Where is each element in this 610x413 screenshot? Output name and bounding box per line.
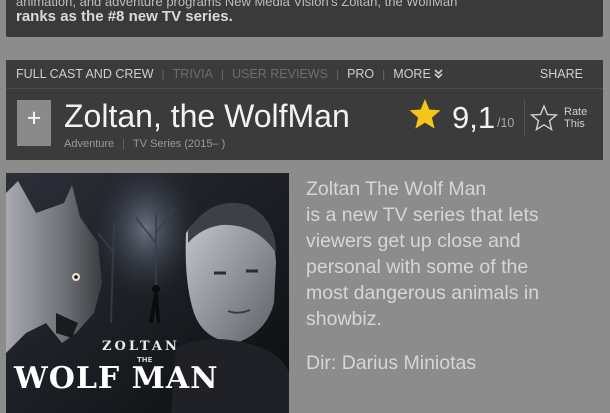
description-line: Zoltan The Wolf Man — [306, 178, 487, 200]
description-line: showbiz. — [306, 308, 382, 330]
plus-icon: + — [26, 104, 42, 132]
title-meta: Adventure | TV Series (2015– ) — [64, 138, 225, 150]
poster-title: WOLF MAN — [14, 361, 219, 396]
director-credit: Dir: Darius Miniotas — [306, 352, 477, 374]
star-icon — [409, 99, 441, 129]
nav-full-cast[interactable]: FULL CAST AND CREW — [6, 67, 162, 81]
genre-link[interactable]: Adventure — [64, 138, 114, 150]
star-outline-icon — [530, 104, 558, 131]
description-line: most dangerous animals in — [306, 282, 540, 304]
title-nav-bar: FULL CAST AND CREW | TRIVIA | USER REVIE… — [6, 60, 603, 89]
description: Zoltan The Wolf Man is a new TV series t… — [306, 176, 601, 376]
rating-divider — [524, 100, 525, 136]
rating-score: 9,1 — [452, 100, 496, 135]
nav-more[interactable]: MORE — [385, 67, 451, 81]
rate-label-1: Rate — [564, 106, 588, 118]
rate-label-2: This — [564, 118, 585, 130]
nav-more-label: MORE — [393, 67, 431, 81]
page-title: Zoltan, the WolfMan — [64, 98, 350, 134]
meta-separator: | — [122, 138, 126, 150]
description-line: is a new TV series that lets — [306, 204, 539, 226]
title-panel: FULL CAST AND CREW | TRIVIA | USER REVIE… — [6, 60, 603, 160]
news-banner: animation, and adventure programs New Me… — [6, 0, 603, 37]
series-type: TV Series (2015– ) — [133, 138, 226, 150]
nav-pro[interactable]: PRO — [339, 67, 382, 81]
description-line: personal with some of the — [306, 256, 529, 278]
share-button[interactable]: SHARE — [532, 67, 591, 81]
poster-name: ZOLTAN — [102, 339, 180, 354]
add-to-watchlist-button[interactable]: + — [17, 100, 51, 146]
rate-this-button[interactable]: Rate This — [530, 104, 600, 134]
banner-line-2: ranks as the #8 new TV series. — [16, 8, 233, 25]
rate-this-label: Rate This — [564, 106, 587, 130]
description-line: viewers get up close and — [306, 230, 521, 252]
nav-trivia[interactable]: TRIVIA — [165, 67, 221, 81]
rating-out-of: /10 — [497, 116, 515, 130]
chevron-double-down-icon — [434, 69, 443, 79]
nav-user-reviews[interactable]: USER REVIEWS — [224, 67, 336, 81]
poster-image[interactable]: ZOLTAN THE WOLF MAN — [6, 173, 289, 413]
